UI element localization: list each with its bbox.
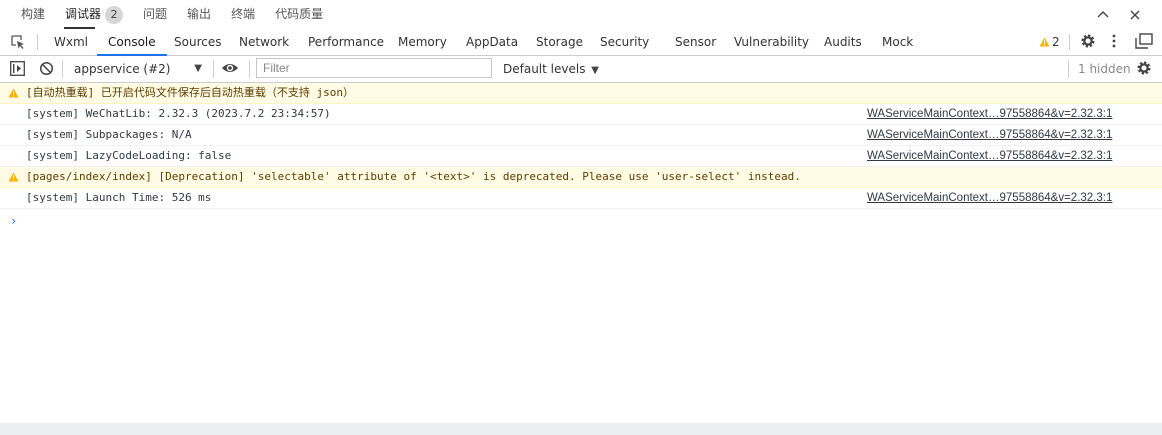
divider [62, 60, 63, 78]
tab-appdata[interactable]: AppData [466, 29, 518, 55]
source-link[interactable]: WAServiceMainContext…97558864&v=2.32.3:1 [867, 188, 1112, 208]
divider [249, 60, 250, 78]
tab-storage[interactable]: Storage [536, 29, 583, 55]
source-link[interactable]: WAServiceMainContext…97558864&v=2.32.3:1 [867, 146, 1112, 166]
sidebar-toggle-icon [10, 61, 25, 76]
undock-button[interactable] [1135, 33, 1153, 52]
tab-terminal[interactable]: 终端 [221, 0, 265, 29]
warning-icon [8, 88, 19, 98]
tab-sources[interactable]: Sources [174, 29, 221, 55]
chevron-up-icon [1097, 11, 1109, 18]
gear-icon [1081, 34, 1095, 48]
console-message-text: [system] LazyCodeLoading: false [26, 149, 232, 162]
console-row-log[interactable]: [system] WeChatLib: 2.32.3 (2023.7.2 23:… [0, 104, 1162, 125]
console-prompt[interactable]: › [0, 209, 1162, 231]
console-toolbar: appservice (#2) ▼ Default levels ▼ 1 hid… [0, 56, 1162, 83]
hidden-messages-count: 1 hidden [1078, 62, 1131, 76]
tab-build[interactable]: 构建 [0, 0, 55, 29]
tab-code-quality[interactable]: 代码质量 [265, 0, 333, 29]
tab-code-quality-label: 代码质量 [275, 7, 324, 21]
gear-icon [1137, 61, 1151, 75]
tab-output[interactable]: 输出 [177, 0, 221, 29]
tab-sensor[interactable]: Sensor [675, 29, 716, 55]
tab-mock[interactable]: Mock [882, 29, 913, 55]
settings-button[interactable] [1080, 33, 1096, 52]
undock-window-icon [1135, 33, 1153, 49]
tab-vulnerability[interactable]: Vulnerability [734, 29, 809, 55]
log-levels-dropdown[interactable]: Default levels ▼ [503, 59, 599, 79]
log-levels-label: Default levels [503, 62, 586, 76]
warning-icon [8, 172, 19, 182]
source-link[interactable]: WAServiceMainContext…97558864&v=2.32.3:1 [867, 125, 1112, 145]
dropdown-arrow-icon: ▼ [591, 65, 599, 76]
console-row-warning[interactable]: [pages/index/index] [Deprecation] 'selec… [0, 167, 1162, 188]
console-message-text: [自动热重载] 已开启代码文件保存后自动热重载（不支持 json） [26, 86, 354, 99]
tab-network[interactable]: Network [239, 29, 289, 55]
clear-icon [39, 61, 54, 76]
console-message-text: [system] Launch Time: 526 ms [26, 191, 212, 204]
divider [1069, 34, 1070, 50]
tab-security[interactable]: Security [600, 29, 649, 55]
console-row-warning[interactable]: [自动热重载] 已开启代码文件保存后自动热重载（不支持 json） [0, 83, 1162, 104]
eye-icon [222, 64, 238, 72]
warning-icon [1039, 37, 1050, 47]
context-select-value: appservice (#2) [74, 62, 171, 76]
status-bar [0, 423, 1162, 435]
filter-input[interactable] [256, 58, 492, 78]
panel-tab-strip: 构建 调试器 2 问题 输出 终端 代码质量 [0, 0, 1162, 29]
warning-count: 2 [1052, 35, 1060, 49]
tab-problems-label: 问题 [143, 7, 168, 21]
live-expression-button[interactable] [221, 61, 239, 78]
chevron-right-icon: › [10, 214, 18, 228]
inspect-cursor-icon [11, 35, 24, 49]
dropdown-arrow-icon: ▼ [194, 63, 202, 74]
tab-problems[interactable]: 问题 [133, 0, 177, 29]
devtools-tab-bar: Wxml Console Sources Network Performance… [0, 29, 1162, 56]
tab-debugger[interactable]: 调试器 2 [55, 0, 133, 29]
console-message-text: [system] Subpackages: N/A [26, 128, 192, 141]
tab-audits[interactable]: Audits [824, 29, 862, 55]
tab-debugger-label: 调试器 [65, 7, 102, 21]
console-row-log[interactable]: [system] Subpackages: N/A WAServiceMainC… [0, 125, 1162, 146]
tab-memory[interactable]: Memory [398, 29, 447, 55]
collapse-panel-button[interactable] [1094, 6, 1112, 24]
console-message-text: [pages/index/index] [Deprecation] 'selec… [26, 170, 801, 183]
source-link[interactable]: WAServiceMainContext…97558864&v=2.32.3:1 [867, 104, 1112, 124]
clear-console-button[interactable] [39, 61, 54, 79]
tab-build-label: 构建 [21, 7, 46, 21]
console-message-text: [system] WeChatLib: 2.32.3 (2023.7.2 23:… [26, 107, 331, 120]
tab-console[interactable]: Console [97, 29, 167, 56]
divider [213, 60, 214, 78]
warnings-counter[interactable]: 2 [1039, 34, 1060, 50]
console-row-log[interactable]: [system] LazyCodeLoading: false WAServic… [0, 146, 1162, 167]
tab-wxml[interactable]: Wxml [54, 29, 88, 55]
close-icon [1130, 10, 1140, 20]
divider [37, 34, 38, 50]
kebab-menu-icon [1112, 34, 1116, 48]
tab-terminal-label: 终端 [231, 7, 256, 21]
tab-output-label: 输出 [187, 7, 212, 21]
divider [1068, 60, 1069, 78]
console-row-log[interactable]: [system] Launch Time: 526 ms WAServiceMa… [0, 188, 1162, 209]
debugger-count-badge: 2 [105, 5, 124, 24]
close-panel-button[interactable] [1126, 6, 1144, 24]
inspect-element-button[interactable] [10, 34, 26, 53]
console-settings-button[interactable] [1136, 60, 1152, 79]
toggle-sidebar-button[interactable] [10, 61, 25, 79]
tab-performance[interactable]: Performance [308, 29, 384, 55]
console-messages: [自动热重载] 已开启代码文件保存后自动热重载（不支持 json） [syste… [0, 83, 1162, 423]
context-select[interactable]: appservice (#2) ▼ [66, 59, 208, 79]
more-options-button[interactable] [1110, 33, 1118, 52]
